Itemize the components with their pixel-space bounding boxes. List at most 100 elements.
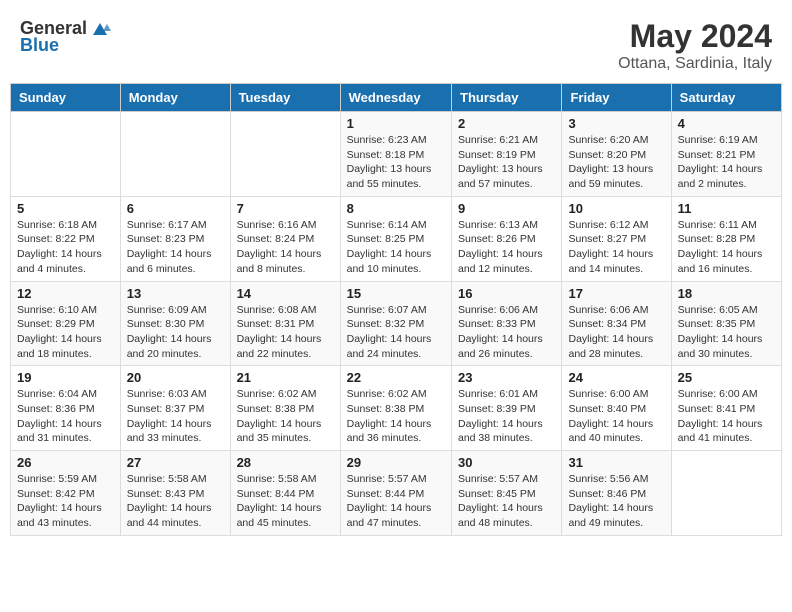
table-row: 10Sunrise: 6:12 AMSunset: 8:27 PMDayligh… bbox=[562, 196, 671, 281]
day-number: 8 bbox=[347, 201, 445, 216]
table-row: 25 Sunrise: 6:00 AMSunset: 8:41 PMDayligh… bbox=[671, 366, 781, 451]
table-row: 3Sunrise: 6:20 AMSunset: 8:20 PMDaylight… bbox=[562, 112, 671, 197]
calendar-week-row: 5Sunrise: 6:18 AMSunset: 8:22 PMDaylight… bbox=[11, 196, 782, 281]
day-number: 1 bbox=[347, 116, 445, 131]
calendar-week-row: 1 Sunrise: 6:23 AMSunset: 8:18 PMDaylight… bbox=[11, 112, 782, 197]
day-number: 20 bbox=[127, 370, 224, 385]
day-number: 19 bbox=[17, 370, 114, 385]
table-row: 22Sunrise: 6:02 AMSunset: 8:38 PMDayligh… bbox=[340, 366, 451, 451]
table-row: 7 Sunrise: 6:16 AMSunset: 8:24 PMDaylight… bbox=[230, 196, 340, 281]
day-info: Sunrise: 5:57 AMSunset: 8:45 PMDaylight:… bbox=[458, 472, 555, 531]
table-row: 30 Sunrise: 5:57 AMSunset: 8:45 PMDayligh… bbox=[452, 451, 562, 536]
header-wednesday: Wednesday bbox=[340, 84, 451, 112]
day-info: Sunrise: 6:16 AMSunset: 8:24 PMDaylight:… bbox=[237, 218, 334, 277]
table-row: 2Sunrise: 6:21 AMSunset: 8:19 PMDaylight… bbox=[452, 112, 562, 197]
day-number: 14 bbox=[237, 286, 334, 301]
day-number: 31 bbox=[568, 455, 664, 470]
location-title: Ottana, Sardinia, Italy bbox=[618, 55, 772, 73]
day-info: Sunrise: 6:05 AMSunset: 8:35 PMDaylight:… bbox=[678, 303, 775, 362]
day-info: Sunrise: 5:57 AMSunset: 8:44 PMDaylight:… bbox=[347, 472, 445, 531]
day-info: Sunrise: 6:01 AMSunset: 8:39 PMDaylight:… bbox=[458, 387, 555, 446]
table-row: 19 Sunrise: 6:04 AMSunset: 8:36 PMDayligh… bbox=[11, 366, 121, 451]
day-number: 13 bbox=[127, 286, 224, 301]
table-row bbox=[230, 112, 340, 197]
day-number: 9 bbox=[458, 201, 555, 216]
day-info: Sunrise: 6:00 AMSunset: 8:41 PMDaylight:… bbox=[678, 387, 775, 446]
day-number: 29 bbox=[347, 455, 445, 470]
day-info: Sunrise: 6:12 AMSunset: 8:27 PMDaylight:… bbox=[568, 218, 664, 277]
table-row: 11 Sunrise: 6:11 AMSunset: 8:28 PMDayligh… bbox=[671, 196, 781, 281]
table-row: 15Sunrise: 6:07 AMSunset: 8:32 PMDayligh… bbox=[340, 281, 451, 366]
day-info: Sunrise: 6:19 AMSunset: 8:21 PMDaylight:… bbox=[678, 133, 775, 192]
day-info: Sunrise: 6:20 AMSunset: 8:20 PMDaylight:… bbox=[568, 133, 664, 192]
day-number: 28 bbox=[237, 455, 334, 470]
day-number: 7 bbox=[237, 201, 334, 216]
day-info: Sunrise: 6:11 AMSunset: 8:28 PMDaylight:… bbox=[678, 218, 775, 277]
day-number: 21 bbox=[237, 370, 334, 385]
table-row: 18Sunrise: 6:05 AMSunset: 8:35 PMDayligh… bbox=[671, 281, 781, 366]
day-info: Sunrise: 6:18 AMSunset: 8:22 PMDaylight:… bbox=[17, 218, 114, 277]
table-row: 4Sunrise: 6:19 AMSunset: 8:21 PMDaylight… bbox=[671, 112, 781, 197]
day-number: 17 bbox=[568, 286, 664, 301]
calendar-week-row: 19 Sunrise: 6:04 AMSunset: 8:36 PMDayligh… bbox=[11, 366, 782, 451]
table-row: 13 Sunrise: 6:09 AMSunset: 8:30 PMDayligh… bbox=[120, 281, 230, 366]
table-row: 28 Sunrise: 5:58 AMSunset: 8:44 PMDayligh… bbox=[230, 451, 340, 536]
logo-text-blue: Blue bbox=[20, 35, 59, 56]
day-number: 6 bbox=[127, 201, 224, 216]
day-info: Sunrise: 6:04 AMSunset: 8:36 PMDaylight:… bbox=[17, 387, 114, 446]
table-row: 29 Sunrise: 5:57 AMSunset: 8:44 PMDayligh… bbox=[340, 451, 451, 536]
table-row: 16Sunrise: 6:06 AMSunset: 8:33 PMDayligh… bbox=[452, 281, 562, 366]
day-number: 27 bbox=[127, 455, 224, 470]
title-section: May 2024 Ottana, Sardinia, Italy bbox=[618, 18, 772, 73]
day-number: 22 bbox=[347, 370, 445, 385]
day-info: Sunrise: 6:23 AMSunset: 8:18 PMDaylight:… bbox=[347, 133, 445, 192]
table-row: 12Sunrise: 6:10 AMSunset: 8:29 PMDayligh… bbox=[11, 281, 121, 366]
day-info: Sunrise: 6:07 AMSunset: 8:32 PMDaylight:… bbox=[347, 303, 445, 362]
day-info: Sunrise: 6:03 AMSunset: 8:37 PMDaylight:… bbox=[127, 387, 224, 446]
calendar-week-row: 12Sunrise: 6:10 AMSunset: 8:29 PMDayligh… bbox=[11, 281, 782, 366]
header-friday: Friday bbox=[562, 84, 671, 112]
table-row: 17 Sunrise: 6:06 AMSunset: 8:34 PMDayligh… bbox=[562, 281, 671, 366]
header-thursday: Thursday bbox=[452, 84, 562, 112]
table-row: 14 Sunrise: 6:08 AMSunset: 8:31 PMDayligh… bbox=[230, 281, 340, 366]
day-info: Sunrise: 6:13 AMSunset: 8:26 PMDaylight:… bbox=[458, 218, 555, 277]
table-row: 20 Sunrise: 6:03 AMSunset: 8:37 PMDayligh… bbox=[120, 366, 230, 451]
day-info: Sunrise: 6:09 AMSunset: 8:30 PMDaylight:… bbox=[127, 303, 224, 362]
calendar-header-row: Sunday Monday Tuesday Wednesday Thursday… bbox=[11, 84, 782, 112]
day-info: Sunrise: 6:21 AMSunset: 8:19 PMDaylight:… bbox=[458, 133, 555, 192]
table-row: 24 Sunrise: 6:00 AMSunset: 8:40 PMDayligh… bbox=[562, 366, 671, 451]
day-number: 23 bbox=[458, 370, 555, 385]
table-row: 5Sunrise: 6:18 AMSunset: 8:22 PMDaylight… bbox=[11, 196, 121, 281]
day-number: 30 bbox=[458, 455, 555, 470]
day-info: Sunrise: 6:00 AMSunset: 8:40 PMDaylight:… bbox=[568, 387, 664, 446]
table-row: 6Sunrise: 6:17 AMSunset: 8:23 PMDaylight… bbox=[120, 196, 230, 281]
header: General Blue May 2024 Ottana, Sardinia, … bbox=[10, 10, 782, 77]
table-row bbox=[11, 112, 121, 197]
table-row: 23 Sunrise: 6:01 AMSunset: 8:39 PMDayligh… bbox=[452, 366, 562, 451]
table-row: 8 Sunrise: 6:14 AMSunset: 8:25 PMDaylight… bbox=[340, 196, 451, 281]
table-row bbox=[120, 112, 230, 197]
table-row: 27 Sunrise: 5:58 AMSunset: 8:43 PMDayligh… bbox=[120, 451, 230, 536]
day-info: Sunrise: 6:02 AMSunset: 8:38 PMDaylight:… bbox=[237, 387, 334, 446]
table-row: 9 Sunrise: 6:13 AMSunset: 8:26 PMDaylight… bbox=[452, 196, 562, 281]
day-info: Sunrise: 6:06 AMSunset: 8:34 PMDaylight:… bbox=[568, 303, 664, 362]
day-info: Sunrise: 5:58 AMSunset: 8:43 PMDaylight:… bbox=[127, 472, 224, 531]
table-row: 26Sunrise: 5:59 AMSunset: 8:42 PMDayligh… bbox=[11, 451, 121, 536]
calendar-table: Sunday Monday Tuesday Wednesday Thursday… bbox=[10, 83, 782, 536]
day-number: 24 bbox=[568, 370, 664, 385]
header-monday: Monday bbox=[120, 84, 230, 112]
day-info: Sunrise: 6:14 AMSunset: 8:25 PMDaylight:… bbox=[347, 218, 445, 277]
day-info: Sunrise: 5:58 AMSunset: 8:44 PMDaylight:… bbox=[237, 472, 334, 531]
day-info: Sunrise: 5:56 AMSunset: 8:46 PMDaylight:… bbox=[568, 472, 664, 531]
month-title: May 2024 bbox=[618, 18, 772, 55]
day-number: 16 bbox=[458, 286, 555, 301]
table-row bbox=[671, 451, 781, 536]
page-container: General Blue May 2024 Ottana, Sardinia, … bbox=[10, 10, 782, 536]
calendar-week-row: 26Sunrise: 5:59 AMSunset: 8:42 PMDayligh… bbox=[11, 451, 782, 536]
table-row: 31 Sunrise: 5:56 AMSunset: 8:46 PMDayligh… bbox=[562, 451, 671, 536]
table-row: 1 Sunrise: 6:23 AMSunset: 8:18 PMDaylight… bbox=[340, 112, 451, 197]
day-info: Sunrise: 6:08 AMSunset: 8:31 PMDaylight:… bbox=[237, 303, 334, 362]
day-number: 11 bbox=[678, 201, 775, 216]
day-number: 25 bbox=[678, 370, 775, 385]
day-number: 26 bbox=[17, 455, 114, 470]
